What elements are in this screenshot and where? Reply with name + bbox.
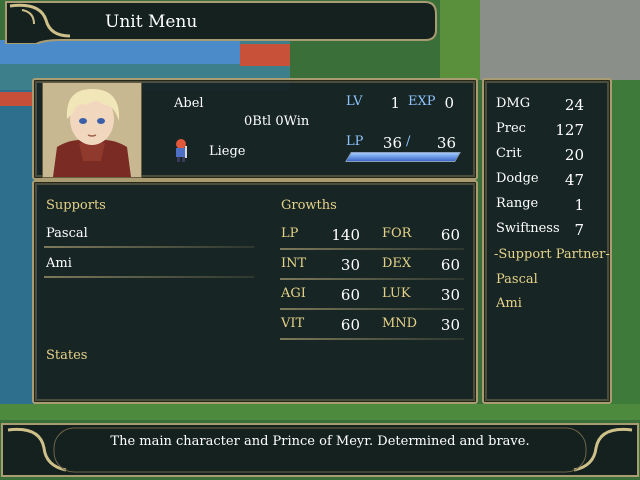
title-bar: Unit Menu: [0, 0, 440, 44]
support-divider: [44, 246, 254, 248]
exp-label: EXP: [408, 94, 436, 109]
growth-divider: [280, 248, 464, 250]
growth-divider: [280, 278, 464, 280]
combat-label-prec: Prec: [496, 121, 526, 136]
growth-value-lp: 140: [331, 226, 360, 244]
growth-value-mnd: 30: [440, 316, 460, 334]
lv-value: 1: [390, 94, 400, 112]
support-item: Ami: [46, 256, 72, 271]
support-partner: Pascal: [496, 272, 538, 287]
combat-value-dodge: 47: [564, 171, 584, 189]
details-panel: [32, 180, 478, 404]
lv-label: LV: [346, 94, 363, 109]
growth-label-agi: AGI: [281, 286, 306, 301]
growth-divider: [280, 308, 464, 310]
attack-range-red: [240, 44, 290, 66]
support-partner-title: -Support Partner-: [494, 247, 610, 262]
forest-area: [610, 80, 640, 420]
growth-label-for: FOR: [382, 226, 412, 241]
help-bar: The main character and Prince of Meyr. D…: [0, 420, 640, 480]
attack-range-red-left: [0, 92, 34, 106]
lp-current: 36: [382, 134, 402, 152]
growth-divider: [280, 338, 464, 340]
combat-label-dmg: DMG: [496, 96, 531, 111]
combat-label-range: Range: [496, 196, 539, 211]
states-title: States: [46, 348, 88, 363]
lp-max: 36: [436, 134, 456, 152]
exp-value: 0: [444, 94, 454, 112]
lp-separator: /: [406, 134, 411, 149]
title-frame: [5, 0, 437, 44]
combat-value-range: 1: [574, 196, 584, 214]
unit-sprite-icon: [176, 139, 187, 162]
mountain-area: [470, 0, 640, 80]
growth-label-vit: VIT: [281, 316, 305, 331]
growth-value-for: 60: [440, 226, 460, 244]
supports-title: Supports: [46, 198, 106, 213]
combat-value-swiftness: 7: [574, 221, 584, 239]
growth-label-dex: DEX: [382, 256, 412, 271]
lp-bar: [345, 152, 461, 162]
growths-title: Growths: [281, 198, 337, 213]
menu-title: Unit Menu: [105, 12, 198, 32]
growth-label-lp: LP: [281, 226, 299, 241]
combat-label-crit: Crit: [496, 146, 522, 161]
unit-name: Abel: [174, 96, 204, 111]
lp-label: LP: [346, 134, 364, 149]
growth-value-int: 30: [340, 256, 360, 274]
help-frame: [1, 423, 639, 477]
combat-value-crit: 20: [564, 146, 584, 164]
combat-value-prec: 127: [555, 121, 584, 139]
growth-value-luk: 30: [440, 286, 460, 304]
growth-value-dex: 60: [440, 256, 460, 274]
growth-label-luk: LUK: [382, 286, 411, 301]
portrait: [42, 82, 142, 178]
growth-label-int: INT: [281, 256, 307, 271]
battle-record: 0Btl 0Win: [244, 114, 310, 129]
support-partner: Ami: [496, 296, 522, 311]
growth-value-vit: 60: [340, 316, 360, 334]
support-item: Pascal: [46, 226, 88, 241]
combat-label-swiftness: Swiftness: [496, 221, 560, 236]
grass-bottom: [0, 404, 640, 420]
unit-class: Liege: [209, 144, 246, 159]
unit-sprite: [170, 138, 192, 162]
grass-area: [440, 0, 480, 80]
support-divider: [44, 276, 254, 278]
portrait-image: [43, 83, 141, 177]
combat-value-dmg: 24: [564, 96, 584, 114]
growth-label-mnd: MND: [382, 316, 418, 331]
growth-value-agi: 60: [340, 286, 360, 304]
help-text: The main character and Prince of Meyr. D…: [110, 434, 530, 449]
lp-bar-fill: [346, 153, 460, 161]
combat-label-dodge: Dodge: [496, 171, 539, 186]
